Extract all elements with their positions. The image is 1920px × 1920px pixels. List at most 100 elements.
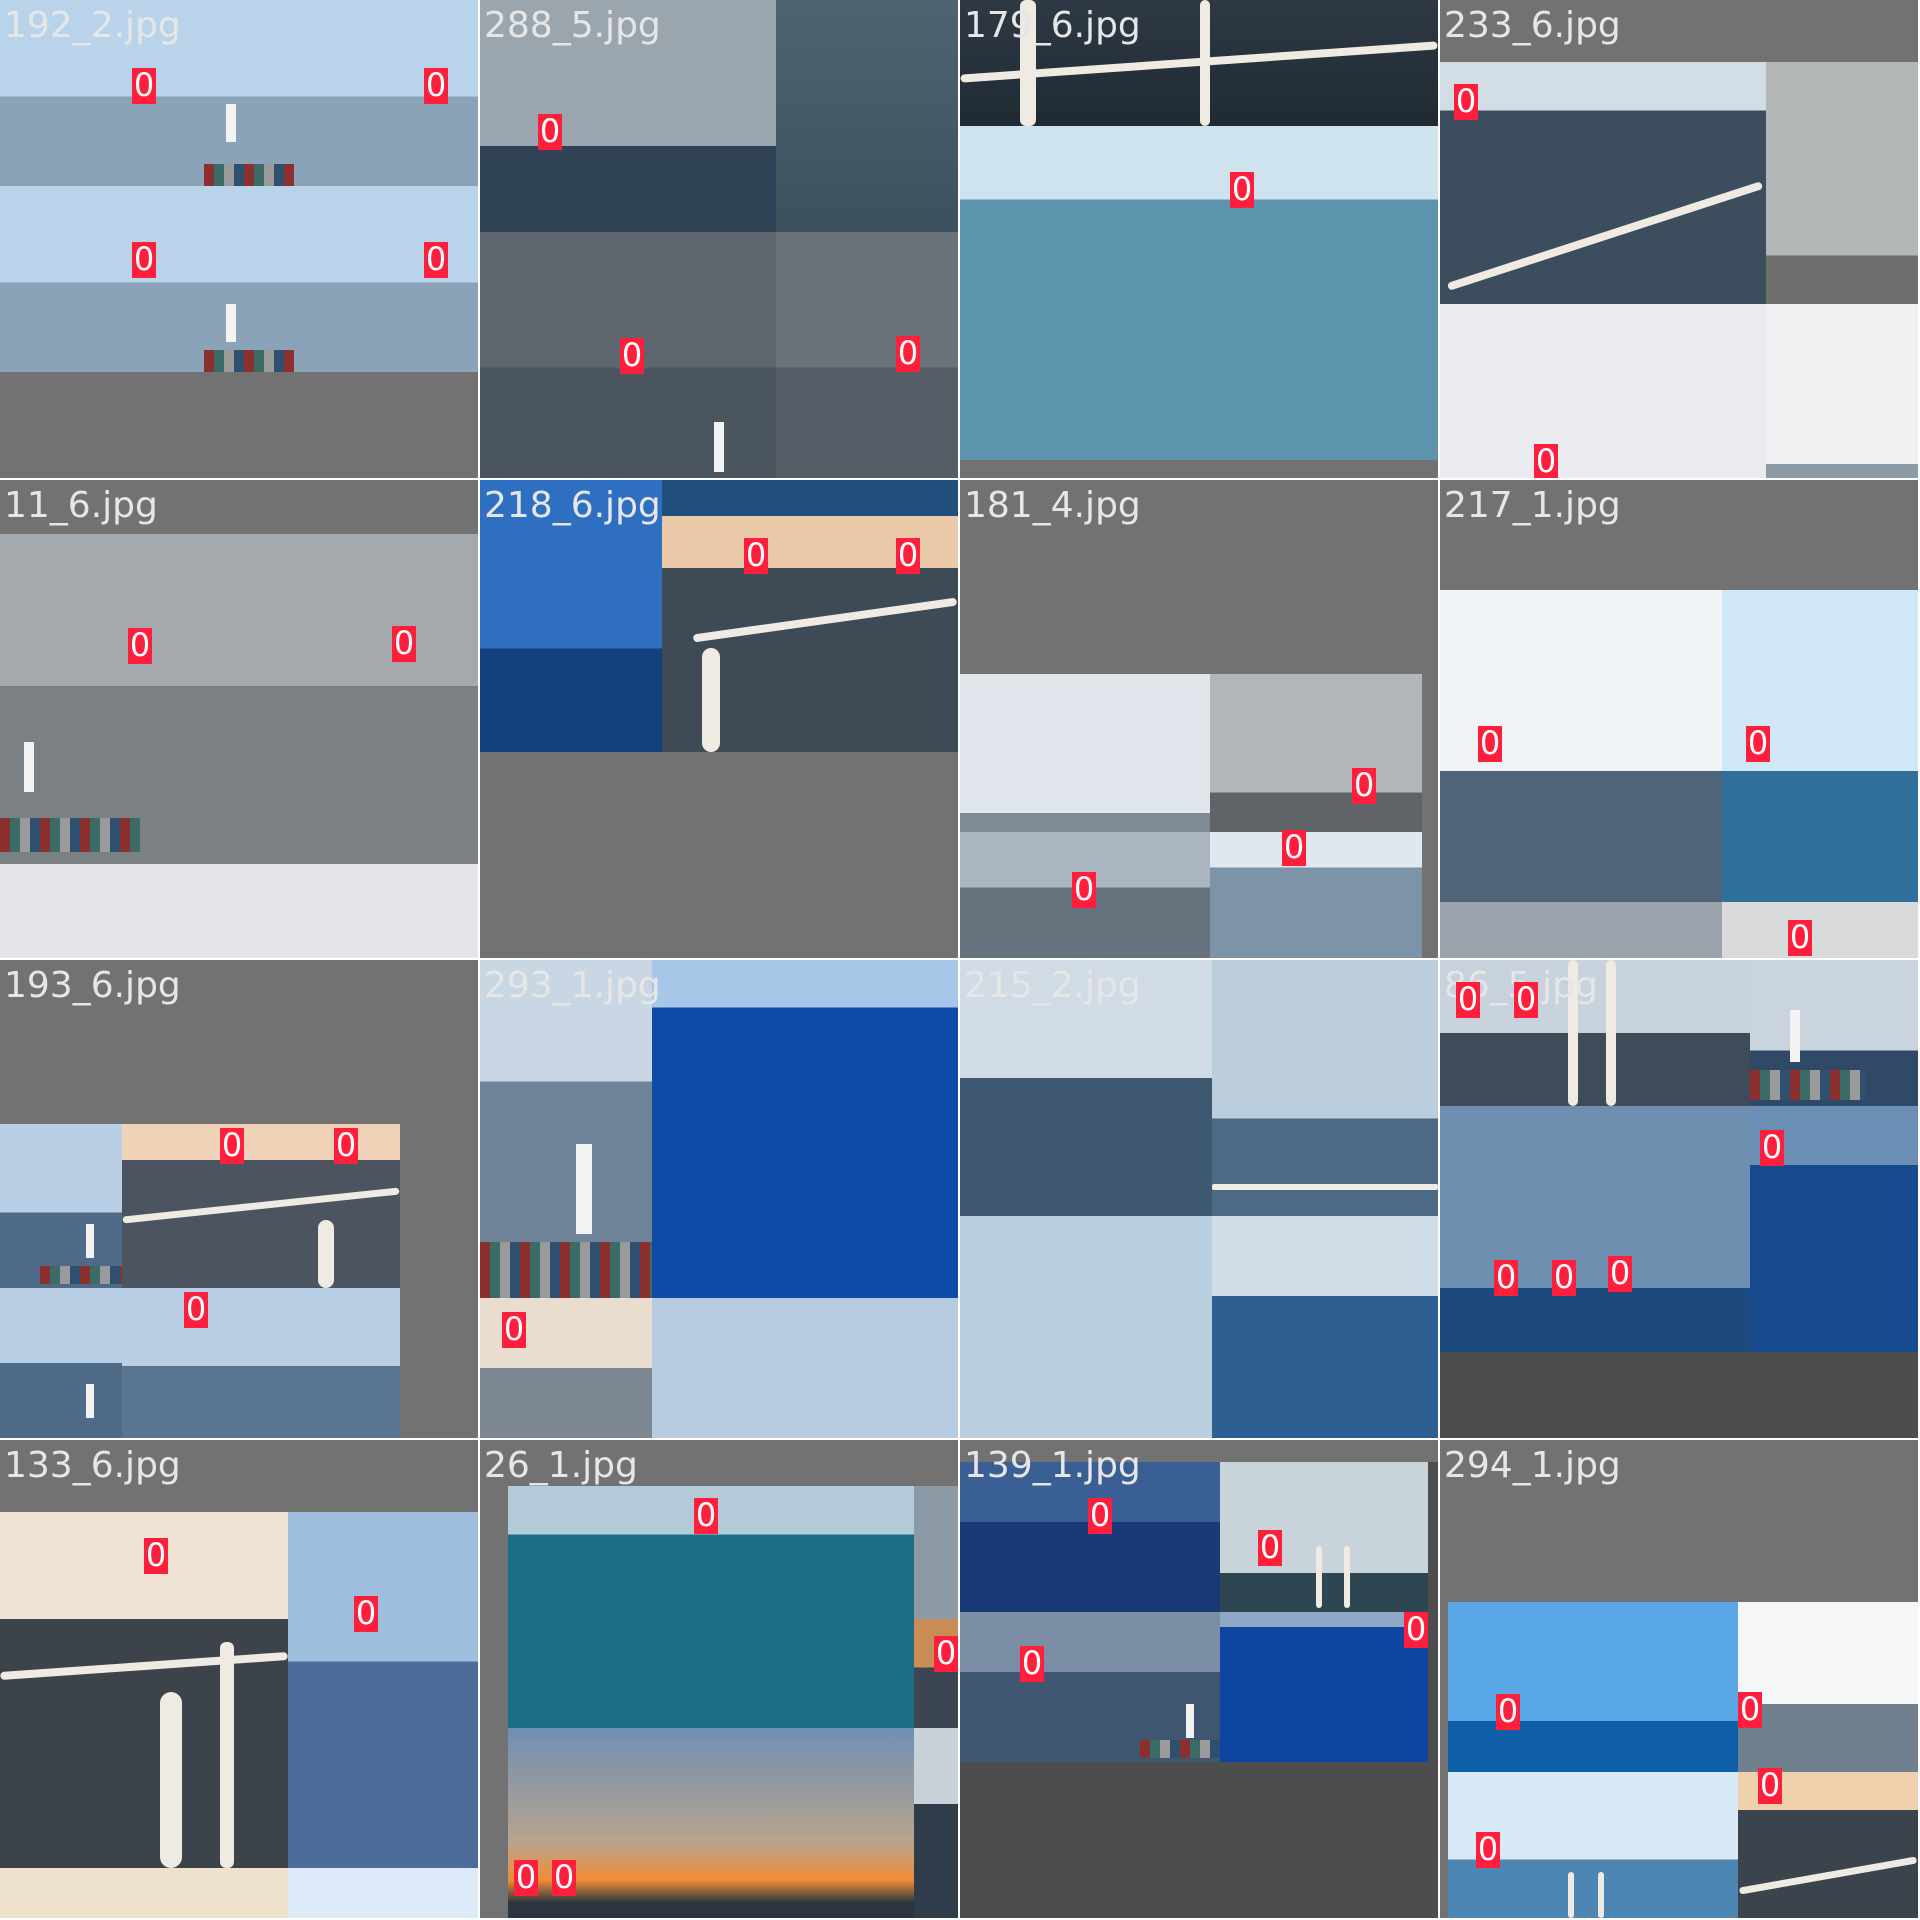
crane-arm — [1316, 1546, 1322, 1608]
photo-sea-horizon — [1440, 1106, 1750, 1352]
photo-sea-horizon — [1210, 832, 1422, 958]
image-tile[interactable]: 11_6.jpg 0 0 — [0, 480, 478, 958]
photo-sea-ship — [480, 960, 652, 1298]
photo-sea-horizon — [0, 1288, 122, 1438]
detection-label: 0 — [1454, 82, 1478, 120]
tile-filename: 193_6.jpg — [4, 965, 181, 1006]
railing-bar — [692, 597, 958, 643]
photo-sunset-strip — [914, 1486, 958, 1728]
image-tile[interactable]: 294_1.jpg 0 0 0 0 — [1440, 1440, 1918, 1918]
railing-post — [220, 1642, 234, 1868]
image-tile[interactable]: 26_1.jpg 0 0 0 0 — [480, 1440, 958, 1918]
photo-sea-horizon — [204, 186, 478, 372]
detection-label: 0 — [1072, 870, 1096, 908]
container-stack — [480, 1242, 652, 1298]
detection-label: 0 — [1230, 170, 1254, 208]
ship-mast — [24, 742, 34, 792]
detection-label: 0 — [620, 336, 644, 374]
image-tile[interactable]: 133_6.jpg 0 0 — [0, 1440, 478, 1918]
detection-label: 0 — [552, 1858, 576, 1896]
photo-sea-surface — [776, 0, 958, 232]
detection-label: 0 — [1746, 724, 1770, 762]
image-tile[interactable]: 293_1.jpg 0 — [480, 960, 958, 1438]
photo-sea-horizon — [288, 1512, 478, 1868]
ship-mast — [1186, 1704, 1194, 1738]
mosaic-photo — [960, 674, 1422, 958]
mosaic-photo — [960, 960, 1438, 1438]
container-stack — [40, 1266, 122, 1284]
ship-mast — [576, 1144, 592, 1234]
image-tile[interactable]: 217_1.jpg 0 0 0 — [1440, 480, 1918, 958]
photo-sea-horizon — [1738, 1602, 1918, 1772]
photo-sunset-railing — [122, 1124, 400, 1288]
detection-label: 0 — [392, 624, 416, 662]
detection-label: 0 — [896, 536, 920, 574]
mosaic-photo — [0, 1124, 400, 1438]
container-stack — [1750, 1070, 1866, 1100]
image-tile[interactable]: 86_5.jpg 0 0 0 0 0 0 — [1440, 960, 1918, 1438]
detection-label: 0 — [1788, 918, 1812, 956]
tile-filename: 26_1.jpg — [484, 1445, 638, 1486]
detection-label: 0 — [1608, 1254, 1632, 1292]
detection-label: 0 — [934, 1634, 958, 1672]
tile-filename: 192_2.jpg — [4, 5, 181, 46]
photo-sea-horizon — [1212, 1216, 1438, 1438]
crane-arm — [1344, 1546, 1350, 1608]
tile-filename: 233_6.jpg — [1444, 5, 1621, 46]
image-tile[interactable]: 233_6.jpg 0 0 — [1440, 0, 1918, 478]
ship-mast — [226, 304, 236, 342]
container-stack — [204, 164, 294, 186]
photo-sea-ship — [1750, 960, 1918, 1106]
detection-label: 0 — [1404, 1610, 1428, 1648]
image-tile[interactable]: 288_5.jpg 0 0 0 — [480, 0, 958, 478]
container-stack — [204, 350, 294, 372]
photo-bright-sky — [652, 1298, 958, 1438]
image-tile[interactable]: 139_1.jpg 0 0 0 0 — [960, 1440, 1438, 1918]
detection-label: 0 — [514, 1858, 538, 1896]
tile-filename: 288_5.jpg — [484, 5, 661, 46]
photo-bright-sky — [1766, 304, 1918, 478]
tile-filename: 294_1.jpg — [1444, 1445, 1621, 1486]
mosaic-photo — [1440, 62, 1918, 478]
detection-label: 0 — [132, 66, 156, 104]
tile-filename: 218_6.jpg — [484, 485, 661, 526]
detection-label: 0 — [424, 66, 448, 104]
ship-mast — [86, 1224, 94, 1258]
image-tile[interactable]: 181_4.jpg 0 0 0 — [960, 480, 1438, 958]
detection-label: 0 — [1282, 828, 1306, 866]
crane-arm — [1598, 1872, 1604, 1918]
ship-mast — [1790, 1010, 1800, 1062]
image-tile[interactable]: 193_6.jpg 0 0 0 — [0, 960, 478, 1438]
photo-sea-strip — [662, 480, 958, 516]
photo-sea-ship — [1220, 1462, 1428, 1612]
detection-label: 0 — [1020, 1644, 1044, 1682]
container-stack — [1140, 1740, 1220, 1758]
detection-label: 0 — [694, 1496, 718, 1534]
detection-label: 0 — [1258, 1528, 1282, 1566]
detection-label: 0 — [744, 536, 768, 574]
mosaic-photo — [480, 0, 958, 478]
image-tile[interactable]: 179_6.jpg 0 — [960, 0, 1438, 478]
photo-sea-horizon — [0, 186, 204, 372]
mosaic-photo — [1440, 590, 1918, 958]
photo-cloudy-sky — [1766, 62, 1918, 304]
photo-sea-strip — [1440, 902, 1722, 958]
photo-deep-blue-sea — [652, 960, 958, 1298]
ship-mast — [226, 104, 236, 142]
tile-filename: 215_2.jpg — [964, 965, 1141, 1006]
detection-label: 0 — [144, 1536, 168, 1574]
photo-sea-railing — [1440, 62, 1766, 304]
tile-filename: 179_6.jpg — [964, 5, 1141, 46]
container-stack — [0, 818, 140, 852]
image-tile[interactable]: 218_6.jpg 0 0 — [480, 480, 958, 958]
railing-bar — [1446, 181, 1764, 291]
photo-overcast-sea — [0, 534, 478, 864]
image-tile[interactable]: 192_2.jpg 0 0 0 0 — [0, 0, 478, 478]
detection-label: 0 — [128, 626, 152, 664]
photo-overcast-sea — [776, 232, 958, 478]
detection-label: 0 — [1758, 1766, 1782, 1804]
photo-sea-ship — [960, 1612, 1220, 1762]
detection-label: 0 — [538, 112, 562, 150]
photo-bright-sky — [0, 1868, 288, 1918]
image-tile[interactable]: 215_2.jpg — [960, 960, 1438, 1438]
